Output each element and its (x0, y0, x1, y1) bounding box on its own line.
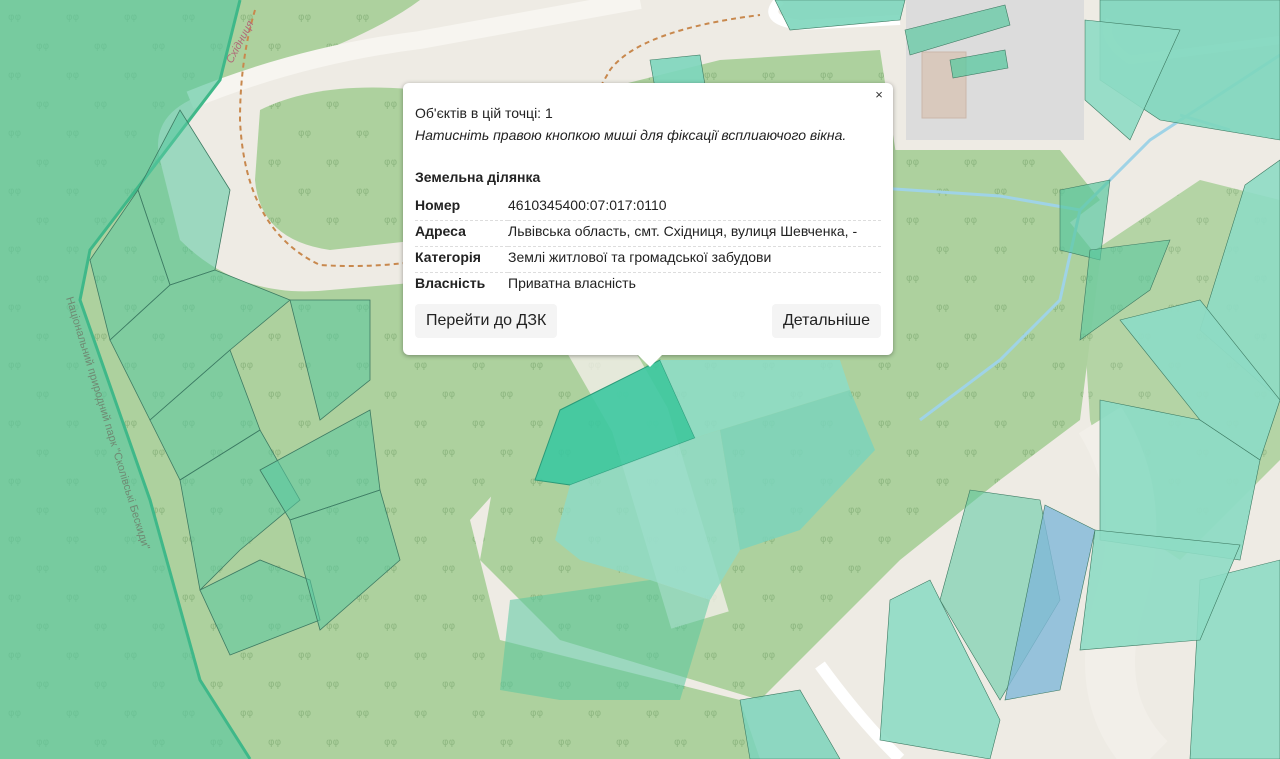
parcel-info-popup: × Об'єктів в цій точці: 1 Натисніть прав… (403, 83, 893, 367)
category-value: Землі житлової та громадської забудови (508, 246, 881, 273)
attribute-key: Власність (415, 275, 486, 291)
address-value: Львівська область, смт. Східниця, вулиця… (508, 220, 881, 247)
objects-count-text: Об'єктів в цій точці: 1 (415, 105, 553, 121)
attribute-row-category: Категорія Землі житлової та громадської … (415, 246, 881, 273)
attributes-table: Номер 4610345400:07:017:0110 Адреса Льві… (415, 195, 881, 298)
attribute-row-number: Номер 4610345400:07:017:0110 (415, 195, 881, 221)
popup-tip (638, 355, 662, 367)
attribute-row-ownership: Власність Приватна власність (415, 273, 881, 299)
close-icon[interactable]: × (871, 87, 887, 103)
ownership-value: Приватна власність (508, 275, 636, 291)
attribute-row-address: Адреса Львівська область, смт. Східниця,… (415, 220, 881, 247)
cadastral-number-value: 4610345400:07:017:0110 (508, 195, 881, 221)
attribute-key: Адреса (415, 220, 508, 247)
popup-actions: Перейти до ДЗК Детальніше (415, 304, 881, 338)
pin-hint-text: Натисніть правою кнопкою миші для фіксац… (415, 127, 847, 143)
section-title: Земельна ділянка (415, 169, 541, 185)
go-to-dzk-button[interactable]: Перейти до ДЗК (415, 304, 558, 338)
details-button[interactable]: Детальніше (771, 304, 881, 338)
attribute-key: Категорія (415, 246, 508, 273)
attribute-key: Номер (415, 195, 508, 221)
